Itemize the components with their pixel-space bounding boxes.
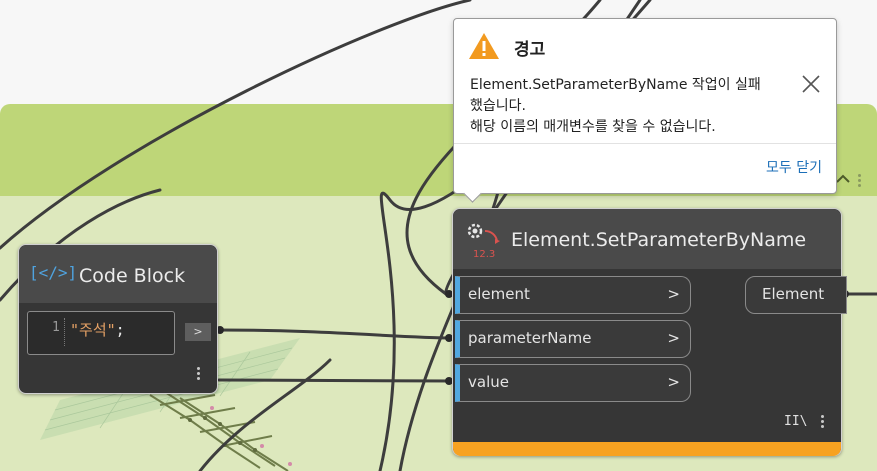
- output-port-element[interactable]: Element: [745, 276, 847, 314]
- close-all-link[interactable]: 모두 닫기: [766, 157, 822, 177]
- node-menu-icon[interactable]: [821, 413, 825, 430]
- warning-message-line: 해당 이름의 매개변수를 찾을 수 없습니다.: [470, 119, 716, 135]
- code-block-header[interactable]: [</>] Code Block: [19, 245, 217, 303]
- code-string: "주석": [70, 321, 116, 339]
- code-block-output-port[interactable]: >: [185, 323, 211, 341]
- gutter-divider: [64, 318, 65, 346]
- code-text[interactable]: "주석";: [70, 319, 125, 340]
- warning-message-line: 했습니다.: [470, 98, 526, 114]
- code-semicolon: ;: [115, 321, 125, 339]
- set-parameter-icon: 12.3: [467, 223, 500, 260]
- port-label: value: [468, 373, 509, 391]
- set-parameter-header[interactable]: 12.3 Element.SetParameterByName: [453, 209, 841, 269]
- chevron-right-icon: >: [667, 373, 680, 391]
- code-block-menu-icon[interactable]: [197, 365, 201, 382]
- code-block-node[interactable]: [</>] Code Block 1 "주석"; >: [18, 244, 218, 394]
- warning-icon: [469, 33, 499, 59]
- port-label: parameterName: [468, 329, 592, 347]
- input-port-element[interactable]: element >: [455, 276, 691, 314]
- warning-message-line: Element.SetParameterByName 작업이 실패: [470, 77, 761, 93]
- group-more-icon[interactable]: [858, 172, 862, 189]
- lacing-icon[interactable]: II\: [784, 414, 807, 429]
- code-editor[interactable]: 1 "주석";: [27, 311, 175, 355]
- warning-title: 경고: [514, 40, 546, 60]
- output-label: Element: [762, 285, 825, 303]
- icon-badge: 12.3: [473, 249, 495, 260]
- input-port-parameter-name[interactable]: parameterName >: [455, 320, 691, 358]
- warning-message: Element.SetParameterByName 작업이 실패 했습니다. …: [470, 75, 790, 138]
- warning-popup: 경고 Element.SetParameterByName 작업이 실패 했습니…: [453, 18, 837, 203]
- divider: [454, 143, 836, 144]
- code-block-title: Code Block: [79, 265, 186, 287]
- input-port-value[interactable]: value >: [455, 364, 691, 402]
- chevron-right-icon: >: [667, 329, 680, 347]
- set-parameter-title: Element.SetParameterByName: [511, 229, 807, 251]
- code-block-icon: [</>]: [29, 263, 78, 282]
- warning-status-bar[interactable]: [453, 442, 841, 456]
- chevron-right-icon: >: [667, 285, 680, 303]
- close-icon[interactable]: [798, 71, 824, 97]
- line-number: 1: [52, 320, 60, 335]
- set-parameter-node[interactable]: 12.3 Element.SetParameterByName element …: [452, 208, 847, 456]
- port-label: element: [468, 285, 530, 303]
